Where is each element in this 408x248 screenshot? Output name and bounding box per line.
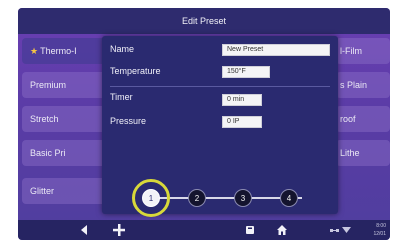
wifi-icon: [340, 220, 352, 240]
divider: [110, 86, 330, 87]
home-icon[interactable]: [274, 220, 290, 240]
status-clock: 8:00 12/01: [373, 222, 386, 238]
name-label: Name: [110, 44, 135, 54]
status-date: 12/01: [373, 231, 386, 237]
preset-item-label: Premium: [30, 80, 67, 90]
temperature-label: Temperature: [110, 66, 161, 76]
network-icon: [328, 220, 340, 240]
edit-preset-dialog: Name New Preset Temperature 150°F Timer …: [102, 36, 338, 217]
step-4[interactable]: 4: [280, 189, 298, 207]
storage-icon[interactable]: [242, 220, 258, 240]
preset-item-label: s Plain: [340, 80, 368, 90]
star-icon: ★: [30, 45, 39, 56]
status-time: 8:00: [376, 223, 386, 229]
step-3[interactable]: 3: [234, 189, 252, 207]
pressure-field[interactable]: 0 IP: [222, 116, 262, 128]
preset-item-label: roof: [340, 114, 356, 124]
step-1[interactable]: 1: [142, 189, 160, 207]
preset-item[interactable]: Premium: [22, 72, 108, 98]
preset-item[interactable]: Basic Pri: [22, 140, 108, 166]
preset-item[interactable]: Lithe: [336, 140, 390, 166]
preset-item-label: Basic Pri: [30, 148, 66, 158]
preset-item[interactable]: l-Film: [336, 38, 390, 64]
bottom-bar: 8:00 12/01: [18, 220, 390, 240]
preset-item-label: Lithe: [340, 148, 360, 158]
back-icon[interactable]: [74, 220, 94, 240]
preset-item-label: Stretch: [30, 114, 59, 124]
device-screen: Edit Preset ★ Thermo-I Premium Stretch B…: [18, 8, 390, 240]
preset-item-label: Thermo-I: [40, 46, 77, 56]
preset-item-label: l-Film: [340, 46, 362, 56]
preset-list-left: ★ Thermo-I Premium Stretch Basic Pri Gli…: [18, 34, 110, 220]
pressure-label: Pressure: [110, 116, 147, 126]
timer-field[interactable]: 0 min: [222, 94, 262, 106]
preset-item[interactable]: ★ Thermo-I: [22, 38, 108, 64]
page-stepper: 1 2 3 4: [132, 179, 322, 217]
timer-label: Timer: [110, 92, 133, 102]
title-bar: Edit Preset: [18, 8, 390, 34]
temperature-field[interactable]: 150°F: [222, 66, 270, 78]
preset-item[interactable]: roof: [336, 106, 390, 132]
preset-item-label: Glitter: [30, 186, 55, 196]
window-title: Edit Preset: [181, 16, 227, 26]
preset-list-right: l-Film s Plain roof Lithe: [336, 34, 390, 220]
preset-item[interactable]: Glitter: [22, 178, 108, 204]
name-field[interactable]: New Preset: [222, 44, 330, 56]
preset-item[interactable]: Stretch: [22, 106, 108, 132]
preset-item[interactable]: s Plain: [336, 72, 390, 98]
step-2[interactable]: 2: [188, 189, 206, 207]
add-icon[interactable]: [108, 220, 130, 240]
